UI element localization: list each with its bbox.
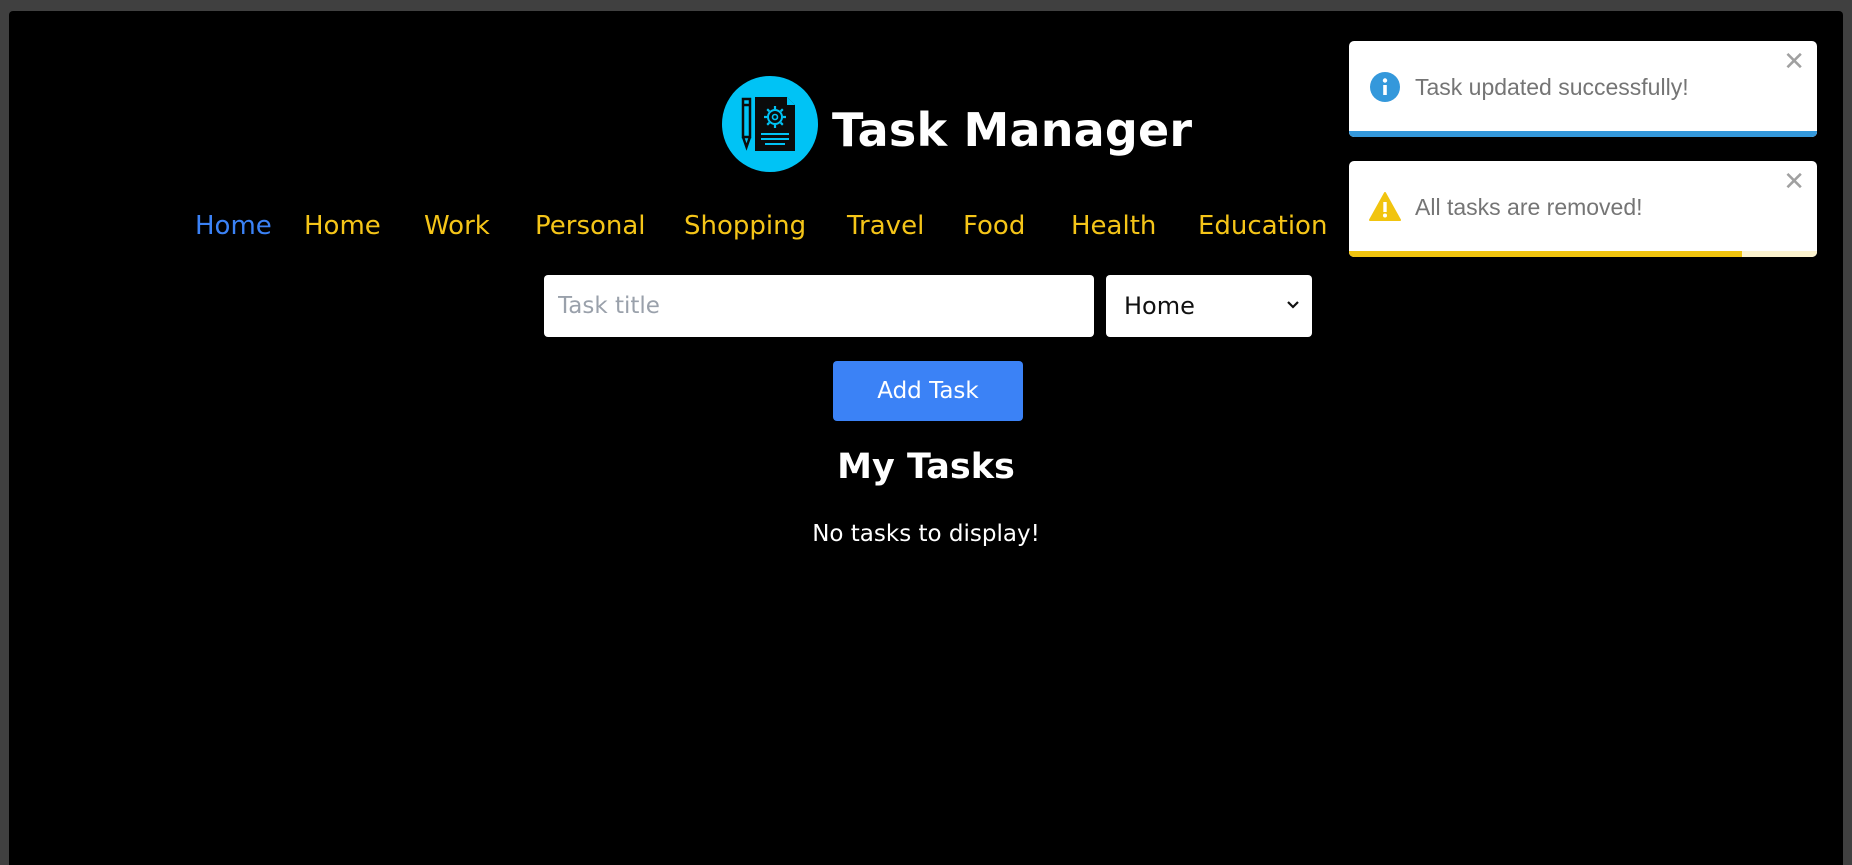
nav-item-personal[interactable]: Personal <box>535 211 646 241</box>
app-header: Task Manager <box>722 76 1192 172</box>
empty-tasks-message: No tasks to display! <box>812 521 1040 547</box>
toast-info[interactable]: Task updated successfully! ✕ <box>1349 41 1817 137</box>
nav-item-food[interactable]: Food <box>963 211 1025 241</box>
close-icon[interactable]: ✕ <box>1783 49 1805 75</box>
warning-icon <box>1369 192 1401 221</box>
nav-item-education[interactable]: Education <box>1198 211 1327 241</box>
app-title: Task Manager <box>832 103 1193 157</box>
info-icon <box>1370 72 1400 102</box>
category-select[interactable]: Home <box>1106 275 1312 337</box>
nav-item-health[interactable]: Health <box>1071 211 1156 241</box>
toast-progress-bar <box>1349 131 1817 137</box>
toast-message: Task updated successfully! <box>1415 74 1689 100</box>
nav-item-home[interactable]: Home <box>304 211 381 241</box>
chevron-down-icon <box>1287 301 1299 309</box>
nav-item-home-all[interactable]: Home <box>195 211 272 241</box>
task-title-input[interactable] <box>544 275 1094 337</box>
task-document-gear-icon <box>722 76 818 172</box>
nav-item-travel[interactable]: Travel <box>847 211 924 241</box>
nav-item-shopping[interactable]: Shopping <box>684 211 806 241</box>
toast-warning[interactable]: All tasks are removed! ✕ <box>1349 161 1817 257</box>
category-select-value: Home <box>1124 292 1195 320</box>
app-window: Task Manager Home Home Work Personal Sho… <box>9 11 1843 865</box>
add-task-button[interactable]: Add Task <box>833 361 1023 421</box>
tasks-heading: My Tasks <box>837 447 1015 487</box>
close-icon[interactable]: ✕ <box>1783 169 1805 195</box>
nav-item-work[interactable]: Work <box>424 211 490 241</box>
toast-progress-bar <box>1349 251 1743 257</box>
toast-message: All tasks are removed! <box>1415 194 1643 220</box>
